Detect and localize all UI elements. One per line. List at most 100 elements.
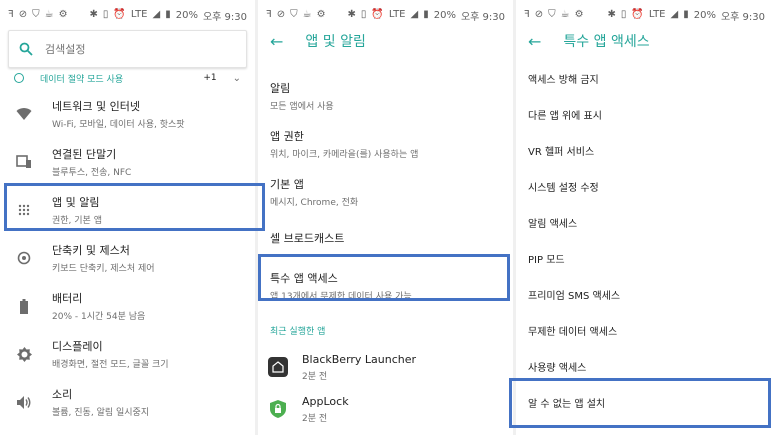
settings-item-network[interactable]: 네트워크 및 인터넷 Wi-Fi, 모바일, 데이터 사용, 핫스팟 bbox=[0, 90, 255, 138]
chevron-down-icon[interactable]: ⌄ bbox=[233, 73, 241, 84]
settings-item-shortcuts-gestures[interactable]: 단축키 및 제스처 키보드 단축키, 제스처 제어 bbox=[0, 234, 255, 282]
signal-icon: ◢ bbox=[152, 9, 161, 20]
app-last-used: 2분 전 bbox=[302, 413, 328, 424]
lte-label: LTE bbox=[648, 9, 666, 20]
item-title: 소리 bbox=[52, 388, 73, 401]
bluetooth-icon: ✱ bbox=[89, 9, 98, 20]
clock: 오후 9:30 bbox=[460, 11, 505, 23]
gesture-icon bbox=[14, 251, 34, 265]
vibrate-icon: ▯ bbox=[360, 9, 367, 20]
item-app-permissions[interactable]: 앱 권한 위치, 마이크, 카메라을(를) 사용하는 앱 bbox=[258, 128, 513, 176]
special-access-item[interactable]: PIP 모드 bbox=[516, 240, 773, 276]
battery-status-icon: ▮ bbox=[423, 9, 429, 20]
battery-percent: 20% bbox=[693, 9, 716, 21]
battery-status-icon: ▮ bbox=[165, 9, 171, 20]
suggestion-count: +1 bbox=[203, 73, 217, 83]
notification-icon: ꟻ bbox=[524, 9, 530, 20]
brightness-icon bbox=[14, 346, 34, 362]
item-subtitle: 볼륨, 진동, 알림 일시중지 bbox=[52, 408, 150, 418]
app-name: BlackBerry Launcher bbox=[302, 352, 417, 366]
special-access-item[interactable]: VR 헬퍼 서비스 bbox=[516, 132, 773, 168]
item-notifications[interactable]: 알림 모든 앱에서 사용 bbox=[258, 80, 513, 128]
item-title: 디스플레이 bbox=[52, 340, 103, 353]
settings-item-connected-devices[interactable]: 연결된 단말기 블루투스, 전송, NFC bbox=[0, 138, 255, 186]
item-subtitle: 위치, 마이크, 카메라을(를) 사용하는 앱 bbox=[270, 150, 419, 160]
status-bar: ꟻ ⊘ ⛉ ☕ ⚙ ✱ ▯ ⏰ LTE ◢ ▮ 20% 오후 9:30 bbox=[0, 0, 255, 30]
clock: 오후 9:30 bbox=[720, 11, 765, 23]
status-bar: ꟻ ⊘ ⛉ ☕ ⚙ ✱ ▯ ⏰ LTE ◢ ▮ 20% 오후 9:30 bbox=[516, 0, 773, 30]
special-access-item[interactable]: 프리미엄 SMS 액세스 bbox=[516, 276, 773, 312]
settings-item-sound[interactable]: 소리볼륨, 진동, 알림 일시중지 bbox=[0, 378, 255, 426]
devices-icon bbox=[14, 155, 34, 169]
search-placeholder: 검색설정 bbox=[45, 43, 86, 56]
item-subtitle: 모든 앱에서 사용 bbox=[270, 102, 334, 112]
item-subtitle: 20% - 1시간 54분 남음 bbox=[52, 312, 146, 322]
back-arrow-icon[interactable]: ← bbox=[270, 32, 283, 51]
lte-label: LTE bbox=[388, 9, 406, 20]
battery-percent: 20% bbox=[175, 9, 198, 21]
app-last-used: 2분 전 bbox=[302, 371, 328, 382]
highlight-install-unknown-apps bbox=[509, 378, 771, 428]
shield-check-icon: ⛉ bbox=[548, 9, 556, 20]
suggestion-label: 데이터 절약 모드 사용 bbox=[40, 74, 124, 85]
recent-app-row[interactable]: AppLock 2분 전 bbox=[258, 388, 513, 430]
screenshot-composite: ꟻ ⊘ ⛉ ☕ ⚙ ✱ ▯ ⏰ LTE ◢ ▮ 20% 오후 9:30 검색설정… bbox=[0, 0, 773, 435]
special-access-list: 액세스 방해 금지 다른 앱 위에 표시 VR 헬퍼 서비스 시스템 설정 수정… bbox=[516, 60, 773, 420]
item-title: 셀 브로드캐스트 bbox=[270, 232, 345, 245]
app-name: AppLock bbox=[302, 394, 349, 408]
battery-status-icon: ▮ bbox=[683, 9, 689, 20]
notification-icon: ꟻ bbox=[8, 9, 14, 20]
item-title: 알림 bbox=[270, 82, 291, 95]
alarm-icon: ⏰ bbox=[371, 9, 384, 20]
shield-check-icon: ⛉ bbox=[290, 9, 298, 20]
vibrate-icon: ▯ bbox=[102, 9, 109, 20]
special-app-access-panel: ꟻ ⊘ ⛉ ☕ ⚙ ✱ ▯ ⏰ LTE ◢ ▮ 20% 오후 9:30 ← 특수… bbox=[516, 0, 773, 435]
shield-check-icon: ⛉ bbox=[32, 9, 40, 20]
suggestion-row[interactable]: 데이터 절약 모드 사용 +1 ⌄ bbox=[0, 70, 255, 86]
highlight-apps-notifications bbox=[4, 183, 265, 231]
recent-app-row[interactable]: BlackBerry Launcher 2분 전 bbox=[258, 346, 513, 388]
settings-icon: ⚙ bbox=[58, 9, 68, 20]
vibrate-icon: ▯ bbox=[620, 9, 627, 20]
coffee-icon: ☕ bbox=[44, 9, 54, 20]
coffee-icon: ☕ bbox=[560, 9, 570, 20]
coffee-icon: ☕ bbox=[302, 9, 312, 20]
item-default-apps[interactable]: 기본 앱 메시지, Chrome, 전화 bbox=[258, 176, 513, 224]
item-title: 배터리 bbox=[52, 292, 83, 305]
clock: 오후 9:30 bbox=[202, 11, 247, 23]
bluetooth-icon: ✱ bbox=[347, 9, 356, 20]
signal-icon: ◢ bbox=[410, 9, 419, 20]
special-access-item[interactable]: 다른 앱 위에 표시 bbox=[516, 96, 773, 132]
settings-icon: ⚙ bbox=[316, 9, 326, 20]
recent-apps-header: 최근 실행한 앱 bbox=[270, 327, 326, 337]
search-icon bbox=[19, 42, 33, 56]
apps-notifications-panel: ꟻ ⊘ ⛉ ☕ ⚙ ✱ ▯ ⏰ LTE ◢ ▮ 20% 오후 9:30 ← 앱 … bbox=[258, 0, 513, 435]
item-subtitle: 배경화면, 절전 모드, 글꼴 크기 bbox=[52, 360, 169, 370]
suggestion-icon bbox=[14, 73, 24, 83]
special-access-item[interactable]: 알림 액세스 bbox=[516, 204, 773, 240]
highlight-special-app-access bbox=[258, 254, 510, 301]
signal-icon: ◢ bbox=[670, 9, 679, 20]
alarm-icon: ⏰ bbox=[631, 9, 644, 20]
item-subtitle: Wi-Fi, 모바일, 데이터 사용, 핫스팟 bbox=[52, 120, 185, 130]
item-title: 단축키 및 제스처 bbox=[52, 244, 130, 257]
settings-item-battery[interactable]: 배터리 20% - 1시간 54분 남음 bbox=[0, 282, 255, 330]
item-subtitle: 블루투스, 전송, NFC bbox=[52, 168, 132, 178]
blocked-icon: ⊘ bbox=[534, 9, 544, 20]
item-title: 네트워크 및 인터넷 bbox=[52, 100, 140, 113]
volume-icon bbox=[14, 395, 34, 409]
settings-search-bar[interactable]: 검색설정 bbox=[8, 30, 247, 68]
item-subtitle: 메시지, Chrome, 전화 bbox=[270, 198, 359, 208]
special-access-item[interactable]: 액세스 방해 금지 bbox=[516, 60, 773, 96]
settings-icon: ⚙ bbox=[574, 9, 584, 20]
app-bar: ← 특수 앱 액세스 bbox=[516, 28, 773, 54]
notification-icon: ꟻ bbox=[266, 9, 272, 20]
special-access-item[interactable]: 무제한 데이터 액세스 bbox=[516, 312, 773, 348]
special-access-item[interactable]: 시스템 설정 수정 bbox=[516, 168, 773, 204]
bluetooth-icon: ✱ bbox=[607, 9, 616, 20]
page-title: 특수 앱 액세스 bbox=[563, 34, 650, 50]
lte-label: LTE bbox=[130, 9, 148, 20]
back-arrow-icon[interactable]: ← bbox=[528, 32, 541, 51]
settings-item-display[interactable]: 디스플레이배경화면, 절전 모드, 글꼴 크기 bbox=[0, 330, 255, 378]
alarm-icon: ⏰ bbox=[113, 9, 126, 20]
